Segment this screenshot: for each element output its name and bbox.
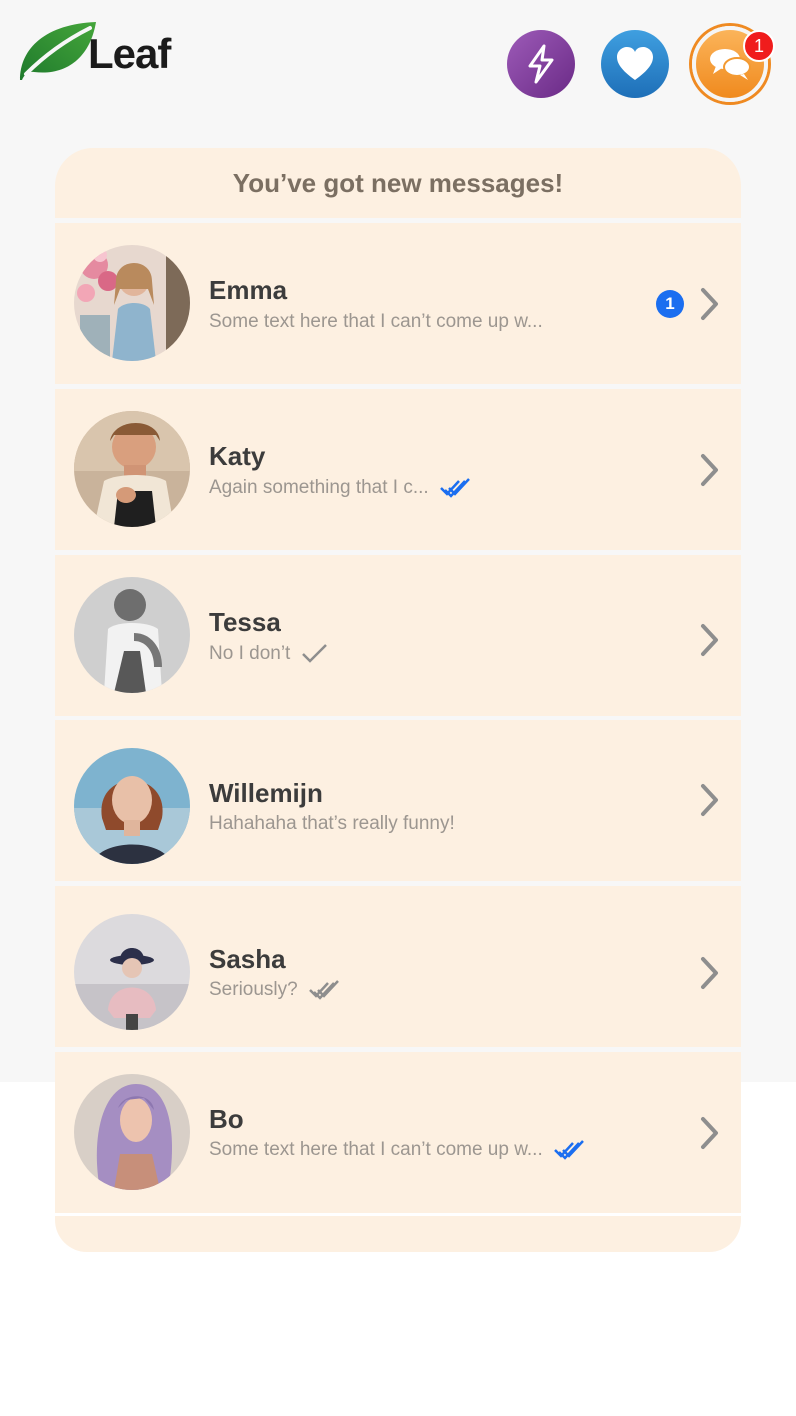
message-preview-line: Some text here that I can’t come up w... (209, 1139, 587, 1161)
avatar (74, 577, 190, 693)
contact-name: Bo (209, 1104, 244, 1134)
message-preview-line: Hahahaha that’s really funny! (209, 813, 455, 835)
messages-card-footer (55, 1216, 741, 1252)
contact-name: Emma (209, 275, 288, 305)
message-preview-line: No I don’t (209, 643, 334, 665)
unread-count-badge: 1 (656, 290, 684, 318)
message-preview: Hahahaha that’s really funny! (209, 813, 455, 834)
conversation-row-tessa[interactable]: Tessa No I don’t (55, 555, 741, 716)
conversation-row-willemijn[interactable]: Willemijn Hahahaha that’s really funny! (55, 720, 741, 881)
message-preview-line: Some text here that I can’t come up w... (209, 311, 543, 333)
message-preview: Some text here that I can’t come up w... (209, 1139, 543, 1160)
conversation-row-bo[interactable]: Bo Some text here that I can’t come up w… (55, 1052, 741, 1213)
message-preview-line: Again something that I c... (209, 477, 473, 499)
app-logo-text: Leaf (88, 30, 171, 77)
avatar (74, 411, 190, 527)
contact-name: Willemijn (209, 778, 323, 808)
conversation-row-emma[interactable]: Emma Some text here that I can’t come up… (55, 223, 741, 384)
chevron-right-icon (701, 784, 718, 816)
messages-card-header: You’ve got new messages! (55, 148, 741, 218)
double-check-delivered-icon (308, 980, 339, 1000)
messages-notification-badge: 1 (743, 30, 775, 62)
chevron-right-icon (701, 624, 718, 656)
lightning-icon (528, 44, 554, 84)
contact-name: Tessa (209, 607, 281, 637)
chevron-right-icon (701, 288, 718, 320)
message-preview: No I don’t (209, 643, 291, 664)
avatar (74, 1074, 190, 1190)
leaf-icon (20, 22, 96, 80)
message-preview: Seriously? (209, 979, 298, 1000)
card-title: You’ve got new messages! (232, 167, 564, 198)
message-preview-line: Seriously? (209, 979, 342, 1001)
chevron-right-icon (701, 957, 718, 989)
chevron-right-icon (701, 1117, 718, 1149)
chevron-right-icon (701, 454, 718, 486)
avatar (74, 914, 190, 1030)
conversation-row-katy[interactable]: Katy Again something that I c... (55, 389, 741, 550)
double-check-read-icon (439, 478, 470, 498)
message-preview: Again something that I c... (209, 477, 429, 498)
contact-name: Sasha (209, 944, 286, 974)
single-check-sent-icon (302, 644, 328, 663)
contact-name: Katy (209, 441, 266, 471)
double-check-read-icon (553, 1140, 584, 1160)
avatar (74, 245, 190, 361)
heart-icon (617, 47, 653, 80)
message-preview: Some text here that I can’t come up w... (209, 311, 543, 332)
likes-button[interactable] (601, 30, 669, 98)
conversation-row-sasha[interactable]: Sasha Seriously? (55, 886, 741, 1047)
boost-button[interactable] (507, 30, 575, 98)
avatar (74, 748, 190, 864)
